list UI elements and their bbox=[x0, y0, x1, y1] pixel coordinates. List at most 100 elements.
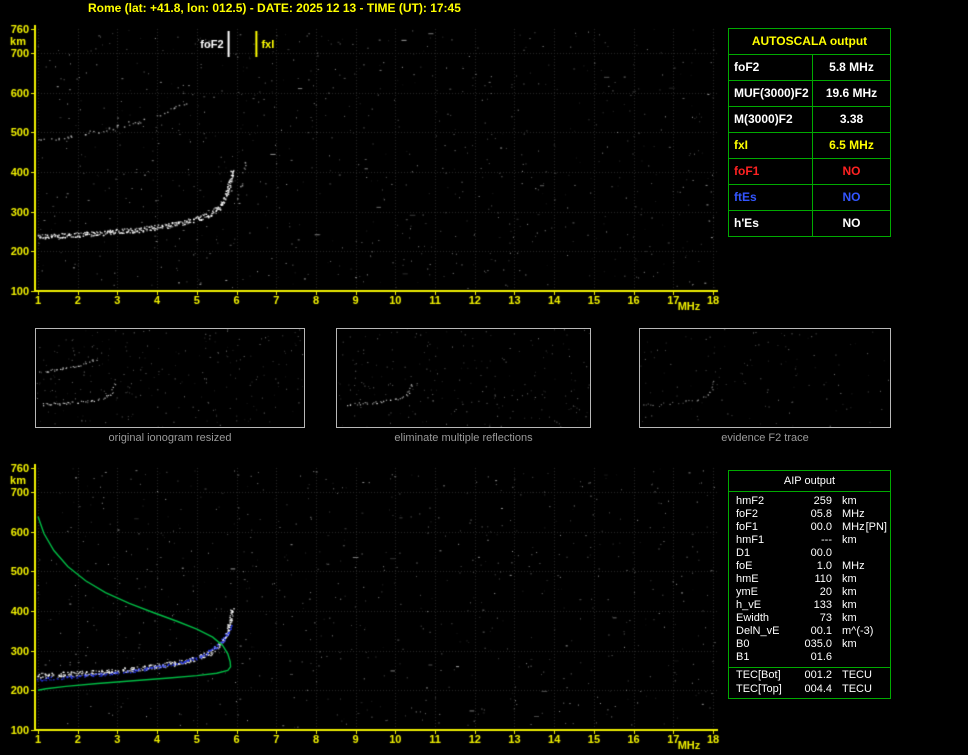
parameter-name: h_vE bbox=[736, 599, 762, 611]
autoscala-row: fxI 6.5 MHz bbox=[729, 133, 890, 159]
parameter-value: 133 bbox=[813, 599, 832, 611]
bottom-ionogram-chart bbox=[0, 458, 724, 755]
parameter-value: 259 bbox=[813, 495, 832, 507]
parameter-name: D1 bbox=[736, 547, 751, 559]
parameter-label: foF1 bbox=[729, 159, 813, 184]
thumbnail-eliminate-reflections bbox=[336, 328, 591, 428]
parameter-name: DelN_vE bbox=[736, 625, 780, 637]
aip-output-table: AIP output hmF2 259 km foF2 05.8 MHz foF1 00.0 M… bbox=[728, 470, 891, 699]
aip-row: foE 1.0 MHz bbox=[729, 560, 890, 573]
parameter-value: 73 bbox=[819, 612, 832, 624]
thumbnail-original-canvas bbox=[36, 329, 304, 427]
aip-row: hmF2 259 km bbox=[729, 495, 890, 508]
parameter-name: B1 bbox=[736, 651, 750, 663]
parameter-label: ftEs bbox=[729, 185, 813, 210]
autoscala-row: ftEs NO bbox=[729, 185, 890, 211]
aip-row: B0 035.0 km bbox=[729, 638, 890, 651]
parameter-name: foE bbox=[736, 560, 753, 572]
aip-row: B1 01.6 bbox=[729, 651, 890, 664]
parameter-unit bbox=[832, 651, 842, 664]
parameter-name: hmF2 bbox=[736, 495, 765, 507]
parameter-unit: km bbox=[842, 638, 857, 650]
parameter-value: --- bbox=[821, 534, 832, 546]
parameter-name: hmE bbox=[736, 573, 759, 585]
parameter-name: ymE bbox=[736, 586, 758, 598]
aip-row: hmF1 --- km bbox=[729, 534, 890, 547]
aip-table-title: AIP output bbox=[729, 471, 890, 492]
aip-row: TEC[Bot] 001.2 TECU bbox=[729, 667, 890, 683]
parameter-unit: km bbox=[842, 599, 857, 611]
parameter-value: 004.4 bbox=[804, 683, 832, 695]
parameter-name: hmF1 bbox=[736, 534, 765, 546]
parameter-name: foF2 bbox=[736, 508, 759, 520]
parameter-value: 00.0 bbox=[810, 547, 832, 559]
parameter-value: NO bbox=[842, 216, 861, 230]
aip-row: h_vE 133 km bbox=[729, 599, 890, 612]
parameter-unit: km bbox=[842, 612, 857, 624]
autoscala-screen: Rome (lat: +41.8, lon: 012.5) - DATE: 20… bbox=[0, 0, 968, 755]
parameter-name: foF1 bbox=[736, 521, 759, 533]
autoscala-table-rows: foF2 5.8 MHz MUF(3000)F2 19.6 MHz M(3000)F2 3… bbox=[729, 55, 890, 236]
parameter-unit bbox=[832, 547, 842, 560]
parameter-value: 00.0 bbox=[810, 521, 832, 533]
thumbnail-original-ionogram bbox=[35, 328, 305, 428]
aip-row: foF2 05.8 MHz bbox=[729, 508, 890, 521]
parameter-value: 001.2 bbox=[804, 669, 832, 681]
parameter-unit: km bbox=[842, 586, 857, 598]
aip-row: D1 00.0 bbox=[729, 547, 890, 560]
parameter-value: 20 bbox=[819, 586, 832, 598]
aip-row: Ewidth 73 km bbox=[729, 612, 890, 625]
parameter-value: NO bbox=[842, 164, 861, 178]
parameter-value: NO bbox=[842, 190, 861, 204]
aip-row: ymE 20 km bbox=[729, 586, 890, 599]
parameter-value: 5.8 MHz bbox=[829, 60, 874, 74]
top-ionogram-chart bbox=[0, 16, 724, 326]
parameter-unit: km bbox=[842, 495, 857, 507]
parameter-unit: TECU bbox=[842, 683, 872, 695]
parameter-name: B0 bbox=[736, 638, 750, 650]
thumbnail-evidence-f2 bbox=[639, 328, 891, 428]
aip-row: foF1 00.0 MHz [PN] bbox=[729, 521, 890, 534]
autoscala-output-table: AUTOSCALA output foF2 5.8 MHz MUF(3000)F2 1… bbox=[728, 28, 891, 237]
thumbnail-eliminate-canvas bbox=[337, 329, 590, 427]
parameter-unit: TECU bbox=[842, 669, 872, 681]
autoscala-table-title: AUTOSCALA output bbox=[729, 29, 890, 55]
parameter-unit: MHz bbox=[842, 521, 865, 533]
autoscala-row: h'Es NO bbox=[729, 211, 890, 236]
aip-table-rows: hmF2 259 km foF2 05.8 MHz foF1 00.0 MHz [PN] hmF1-… bbox=[729, 492, 890, 696]
parameter-unit: m^(-3) bbox=[842, 625, 874, 637]
parameter-label: foF2 bbox=[729, 55, 813, 80]
thumbnail-evidence-canvas bbox=[640, 329, 890, 427]
parameter-unit: km bbox=[842, 534, 857, 546]
parameter-label: M(3000)F2 bbox=[729, 107, 813, 132]
parameter-name: TEC[Top] bbox=[736, 683, 782, 695]
autoscala-row: foF1 NO bbox=[729, 159, 890, 185]
thumbnail-label-evidence: evidence F2 trace bbox=[721, 432, 809, 444]
parameter-label: fxI bbox=[729, 133, 813, 158]
thumbnail-label-original: original ionogram resized bbox=[108, 432, 232, 444]
aip-row: TEC[Top] 004.4 TECU bbox=[729, 683, 890, 696]
aip-row: hmE 110 km bbox=[729, 573, 890, 586]
parameter-value: 00.1 bbox=[810, 625, 832, 637]
parameter-note: [PN] bbox=[865, 521, 887, 533]
parameter-value: 035.0 bbox=[804, 638, 832, 650]
autoscala-row: M(3000)F2 3.38 bbox=[729, 107, 890, 133]
parameter-name: Ewidth bbox=[736, 612, 770, 624]
parameter-label: h'Es bbox=[729, 211, 813, 236]
parameter-value: 01.6 bbox=[810, 651, 832, 663]
autoscala-row: foF2 5.8 MHz bbox=[729, 55, 890, 81]
parameter-value: 3.38 bbox=[839, 112, 864, 126]
parameter-value: 6.5 MHz bbox=[829, 138, 874, 152]
parameter-unit: km bbox=[842, 573, 857, 585]
parameter-name: TEC[Bot] bbox=[736, 669, 781, 681]
parameter-value: 1.0 bbox=[816, 560, 832, 572]
parameter-value: 110 bbox=[814, 573, 832, 585]
page-title: Rome (lat: +41.8, lon: 012.5) - DATE: 20… bbox=[88, 1, 461, 15]
parameter-unit: MHz bbox=[842, 560, 865, 572]
autoscala-row: MUF(3000)F2 19.6 MHz bbox=[729, 81, 890, 107]
parameter-value: 19.6 MHz bbox=[825, 86, 878, 100]
parameter-label: MUF(3000)F2 bbox=[729, 81, 813, 106]
aip-row: DelN_vE 00.1 m^(-3) bbox=[729, 625, 890, 638]
thumbnail-label-eliminate: eliminate multiple reflections bbox=[394, 432, 533, 444]
parameter-value: 05.8 bbox=[810, 508, 832, 520]
